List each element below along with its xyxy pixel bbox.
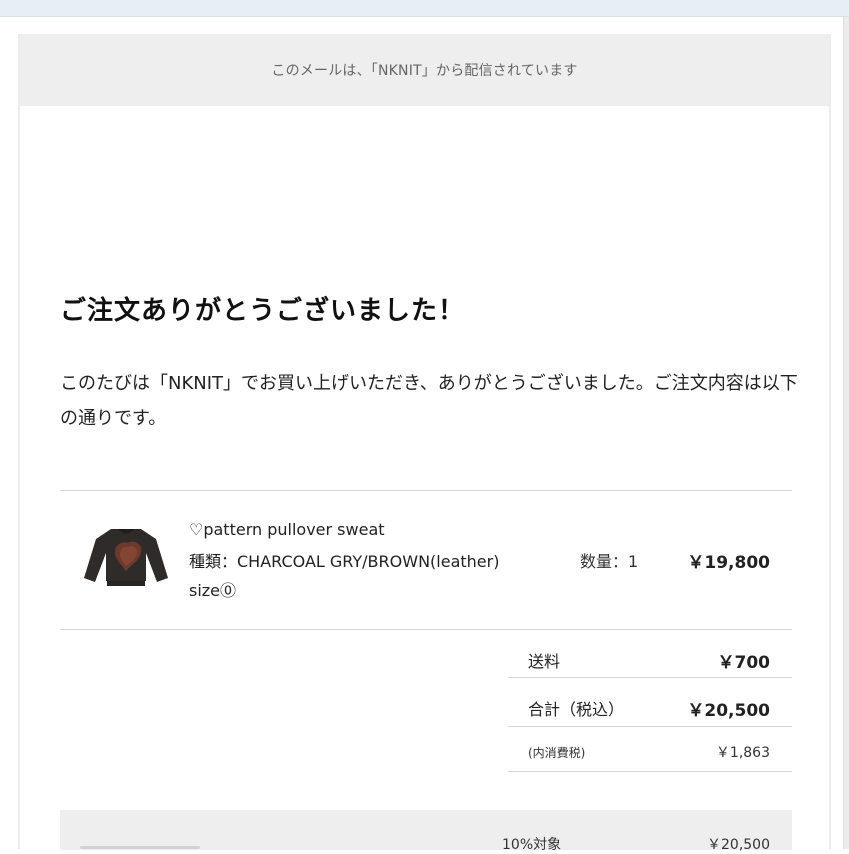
page-title: ご注文ありがとうございました！	[60, 296, 466, 326]
total-value: ￥20,500	[687, 701, 770, 721]
product-variant: 種類：CHARCOAL GRY/BROWN(leather)	[189, 552, 500, 571]
tax-label: (内消費税)	[528, 746, 586, 760]
shipping-value: ￥700	[717, 653, 771, 673]
shipping-label: 送料	[528, 652, 561, 671]
item-divider	[60, 629, 792, 630]
total-label: 合計（税込）	[528, 700, 625, 719]
tax-rate-value: ￥20,500	[707, 837, 770, 853]
summary-divider	[508, 677, 792, 678]
product-name[interactable]: ♡pattern pullover sweat	[189, 520, 385, 539]
product-thumbnail[interactable]	[80, 514, 172, 606]
section-divider	[60, 490, 792, 491]
email-body: このメールは、「NKNIT」から配信されています ご注文ありがとうございました！…	[18, 34, 831, 853]
product-price: ￥19,800	[687, 553, 770, 573]
intro-text: このたびは「NKNIT」でお買い上げいただき、ありがとうございました。ご注文内容…	[60, 373, 798, 429]
summary-divider	[508, 726, 792, 727]
summary-divider	[508, 771, 792, 772]
mail-notice: このメールは、「NKNIT」から配信されています	[271, 63, 578, 79]
mail-header: このメールは、「NKNIT」から配信されています	[20, 34, 829, 106]
product-quantity: 数量：1	[580, 552, 639, 571]
product-size: size⓪	[189, 581, 237, 600]
browser-top-band	[0, 0, 849, 17]
scrollbar[interactable]	[843, 17, 849, 849]
tax-rate-label: 10%対象	[502, 837, 562, 853]
tax-breakdown	[60, 810, 792, 850]
tax-value: ￥1,863	[715, 745, 770, 761]
